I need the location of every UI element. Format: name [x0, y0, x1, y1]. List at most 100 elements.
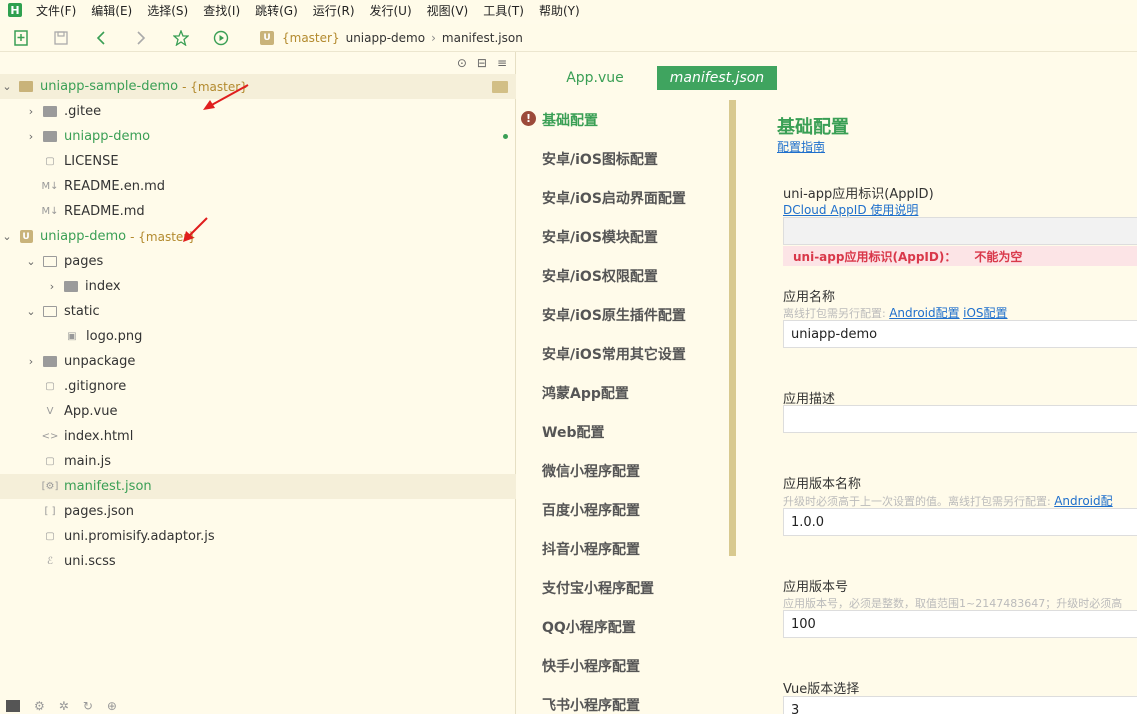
nav-permission-config[interactable]: 安卓/iOS权限配置	[517, 256, 723, 295]
chevron-right-icon[interactable]: ›	[24, 355, 38, 368]
tree-item-pages[interactable]: ⌄ pages	[0, 249, 516, 274]
chevron-down-icon[interactable]: ⌄	[24, 305, 38, 318]
run-icon[interactable]	[212, 29, 230, 47]
tree-item-label: .gitignore	[64, 379, 127, 394]
tree-item-adaptor[interactable]: ▢ uni.promisify.adaptor.js	[0, 524, 516, 549]
locate-icon[interactable]: ⊙	[457, 56, 467, 70]
tree-item-app-vue[interactable]: V App.vue	[0, 399, 516, 424]
menu-file[interactable]: 文件(F)	[36, 2, 76, 19]
tab-manifest-json[interactable]: manifest.json	[657, 66, 777, 90]
tree-item-index[interactable]: › index	[0, 274, 516, 299]
chevron-right-icon[interactable]: ›	[24, 105, 38, 118]
menu-run[interactable]: 运行(R)	[313, 2, 355, 19]
tree-item-static[interactable]: ⌄ static	[0, 299, 516, 324]
breadcrumb-project[interactable]: uniapp-demo	[346, 31, 426, 45]
folder-icon[interactable]	[492, 80, 508, 93]
settings-icon[interactable]: ✲	[59, 699, 69, 713]
tree-item-gitee[interactable]: › .gitee	[0, 99, 516, 124]
tree-item-logo[interactable]: ▣ logo.png	[0, 324, 516, 349]
tree-item-gitignore[interactable]: ▢ .gitignore	[0, 374, 516, 399]
tree-item-label: unpackage	[64, 354, 136, 369]
chevron-down-icon[interactable]: ⌄	[24, 255, 38, 268]
nav-alipay-config[interactable]: 支付宝小程序配置	[517, 568, 723, 607]
tree-item-readme[interactable]: M↓ README.md	[0, 199, 516, 224]
version-name-input[interactable]: 1.0.0	[783, 508, 1137, 536]
refresh-icon[interactable]: ↻	[83, 699, 93, 713]
plugin-icon[interactable]: ⚙	[34, 699, 45, 713]
android-config-link[interactable]: Android配	[1054, 494, 1112, 508]
app-name-label: 应用名称	[783, 290, 836, 305]
nav-weixin-config[interactable]: 微信小程序配置	[517, 451, 723, 490]
nav-basic-config[interactable]: ! 基础配置	[517, 100, 723, 139]
explorer-tools: ⊙ ⊟ ≡	[0, 52, 515, 74]
forward-icon[interactable]	[132, 29, 150, 47]
nav-douyin-config[interactable]: 抖音小程序配置	[517, 529, 723, 568]
star-icon[interactable]	[172, 29, 190, 47]
vue-version-label: Vue版本选择	[783, 682, 860, 697]
nav-qq-config[interactable]: QQ小程序配置	[517, 607, 723, 646]
menu-goto[interactable]: 跳转(G)	[255, 2, 298, 19]
menu-select[interactable]: 选择(S)	[147, 2, 188, 19]
nav-module-config[interactable]: 安卓/iOS模块配置	[517, 217, 723, 256]
ios-config-link[interactable]: iOS配置	[963, 306, 1007, 320]
project-view-icon[interactable]	[6, 700, 20, 712]
tree-item-label: static	[64, 304, 100, 319]
menu-view[interactable]: 视图(V)	[427, 2, 469, 19]
menu-edit[interactable]: 编辑(E)	[91, 2, 132, 19]
tree-project-demo[interactable]: ⌄ U uniapp-demo - {master}	[0, 224, 516, 249]
appid-help-link[interactable]: DCloud AppID 使用说明	[783, 201, 918, 218]
chevron-right-icon[interactable]: ›	[24, 130, 38, 143]
nav-baidu-config[interactable]: 百度小程序配置	[517, 490, 723, 529]
tree-item-label: pages.json	[64, 504, 134, 519]
app-name-input[interactable]: uniapp-demo	[783, 320, 1137, 348]
nav-harmony-config[interactable]: 鸿蒙App配置	[517, 373, 723, 412]
tree-item-main-js[interactable]: ▢ main.js	[0, 449, 516, 474]
breadcrumb-file[interactable]: manifest.json	[442, 31, 523, 45]
tree-item-manifest[interactable]: [⚙] manifest.json	[0, 474, 516, 499]
tree-item-license[interactable]: ▢ LICENSE	[0, 149, 516, 174]
collapse-icon[interactable]: ⊟	[477, 56, 487, 70]
tab-app-vue[interactable]: App.vue	[555, 66, 635, 90]
chevron-down-icon[interactable]: ⌄	[0, 80, 14, 93]
tree-item-index-html[interactable]: <> index.html	[0, 424, 516, 449]
menu-find[interactable]: 查找(I)	[203, 2, 240, 19]
nav-feishu-config[interactable]: 飞书小程序配置	[517, 685, 723, 714]
menu-tools[interactable]: 工具(T)	[483, 2, 524, 19]
back-icon[interactable]	[92, 29, 110, 47]
nav-icon-config[interactable]: 安卓/iOS图标配置	[517, 139, 723, 178]
breadcrumb-branch[interactable]: {master}	[282, 31, 340, 45]
menu-icon[interactable]: ≡	[497, 56, 507, 70]
tree-item-scss[interactable]: ℰ uni.scss	[0, 549, 516, 574]
app-desc-input[interactable]	[783, 405, 1137, 433]
nav-label: 基础配置	[542, 112, 598, 129]
nav-scrollbar[interactable]	[729, 100, 736, 556]
android-config-link[interactable]: Android配置	[889, 306, 959, 320]
file-icon: ▢	[45, 156, 55, 167]
tree-item-unpackage[interactable]: › unpackage	[0, 349, 516, 374]
menu-help[interactable]: 帮助(Y)	[539, 2, 580, 19]
nav-other-settings[interactable]: 安卓/iOS常用其它设置	[517, 334, 723, 373]
nav-splash-config[interactable]: 安卓/iOS启动界面配置	[517, 178, 723, 217]
tree-project-label: uniapp-demo	[40, 229, 127, 244]
tree-item-uniapp-demo[interactable]: › uniapp-demo	[0, 124, 516, 149]
vue-version-select[interactable]: 3	[783, 696, 1137, 714]
menu-publish[interactable]: 发行(U)	[370, 2, 412, 19]
tree-item-readme-en[interactable]: M↓ README.en.md	[0, 174, 516, 199]
settings-nav: ! 基础配置 安卓/iOS图标配置 安卓/iOS启动界面配置 安卓/iOS模块配…	[517, 100, 723, 714]
chevron-down-icon[interactable]: ⌄	[0, 230, 14, 243]
tree-item-pages-json[interactable]: [ ] pages.json	[0, 499, 516, 524]
vue-file-icon: V	[46, 406, 54, 417]
globe-icon[interactable]: ⊕	[107, 699, 117, 713]
tree-project-sample[interactable]: ⌄ uniapp-sample-demo - {master}	[0, 74, 516, 99]
appid-input[interactable]	[783, 217, 1137, 245]
config-guide-link[interactable]: 配置指南	[777, 138, 825, 155]
nav-native-plugin-config[interactable]: 安卓/iOS原生插件配置	[517, 295, 723, 334]
save-icon[interactable]	[52, 29, 70, 47]
nav-kuaishou-config[interactable]: 快手小程序配置	[517, 646, 723, 685]
new-file-icon[interactable]	[12, 29, 30, 47]
chevron-right-icon[interactable]: ›	[45, 280, 59, 293]
nav-web-config[interactable]: Web配置	[517, 412, 723, 451]
version-code-input[interactable]: 100	[783, 610, 1137, 638]
scss-file-icon: ℰ	[46, 556, 54, 567]
project-logo-icon: U	[260, 30, 274, 45]
